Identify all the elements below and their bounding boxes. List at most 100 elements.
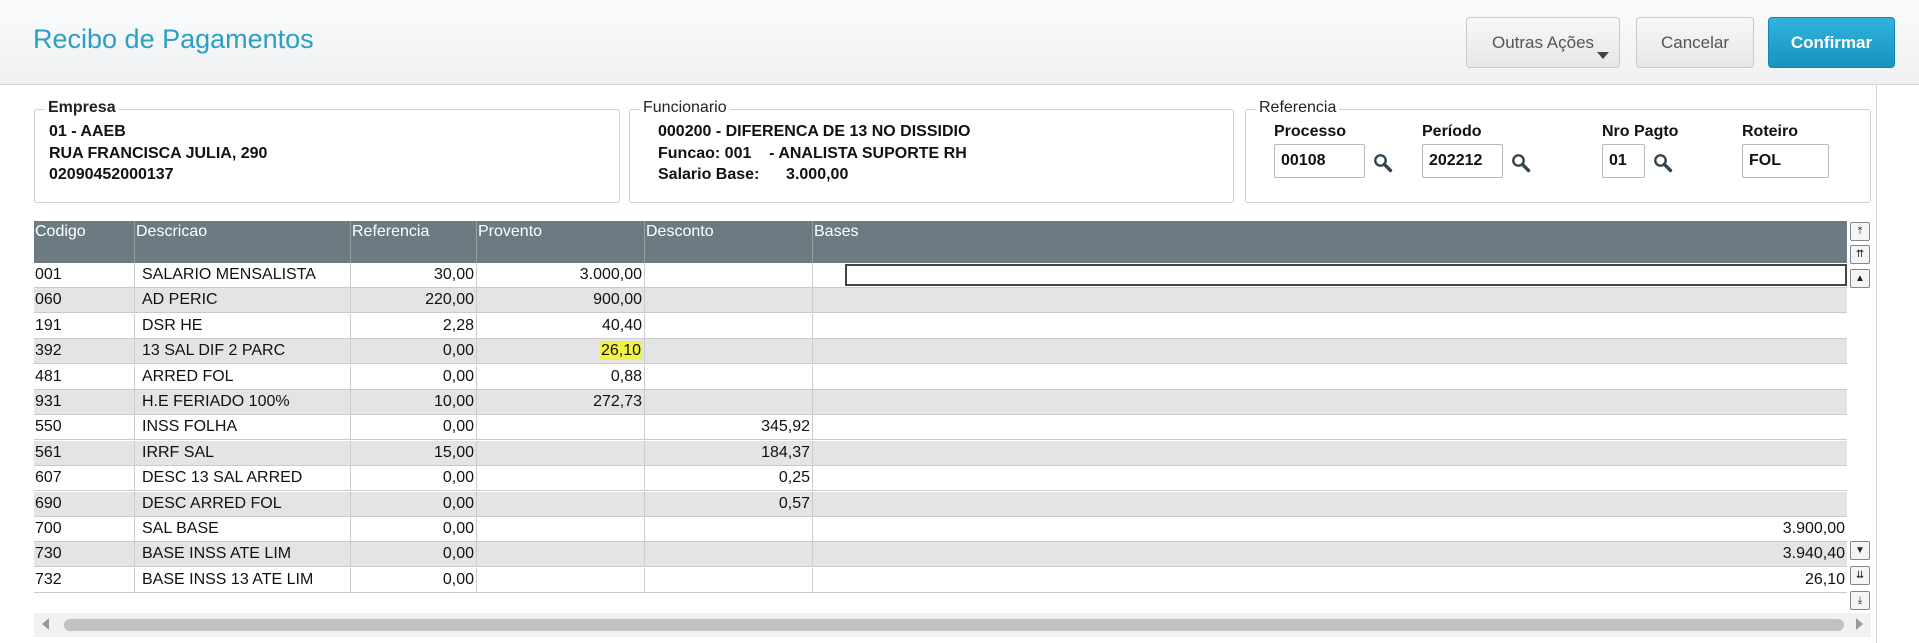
cell-codigo[interactable]: 550 — [34, 415, 135, 440]
cell-provento[interactable]: 0,88 — [477, 364, 645, 389]
cell-desconto[interactable] — [645, 263, 813, 287]
cell-codigo[interactable]: 931 — [34, 390, 135, 414]
cell-provento[interactable]: 900,00 — [477, 288, 645, 313]
cell-referencia[interactable]: 10,00 — [351, 390, 477, 414]
cell-referencia[interactable]: 0,00 — [351, 466, 477, 491]
cell-desconto[interactable]: 184,37 — [645, 440, 813, 465]
table-row[interactable]: 060 AD PERIC 220,00 900,00 — [34, 288, 1847, 314]
cell-descricao[interactable]: 13 SAL DIF 2 PARC — [135, 339, 351, 364]
cell-provento[interactable]: 26,10 — [477, 339, 645, 364]
column-header-codigo[interactable]: Codigo — [34, 221, 135, 263]
column-header-referencia[interactable]: Referencia — [351, 221, 477, 263]
cell-desconto[interactable] — [645, 313, 813, 338]
cell-provento[interactable] — [477, 542, 645, 567]
cell-codigo[interactable]: 607 — [34, 466, 135, 491]
horizontal-scroll-thumb[interactable] — [64, 619, 1844, 631]
scroll-page-down-icon[interactable]: ⇊ — [1850, 566, 1870, 585]
column-header-desconto[interactable]: Desconto — [645, 221, 813, 263]
table-row[interactable]: 561 IRRF SAL 15,00 184,37 — [34, 440, 1847, 466]
table-row[interactable]: 550 INSS FOLHA 0,00 345,92 — [34, 415, 1847, 441]
cell-descricao[interactable]: SALARIO MENSALISTA — [135, 263, 351, 287]
cell-desconto[interactable]: 0,25 — [645, 466, 813, 491]
cell-referencia[interactable]: 0,00 — [351, 491, 477, 516]
table-row[interactable]: 607 DESC 13 SAL ARRED 0,00 0,25 — [34, 466, 1847, 492]
cell-descricao[interactable]: DESC 13 SAL ARRED — [135, 466, 351, 491]
cell-referencia[interactable]: 220,00 — [351, 288, 477, 313]
table-row[interactable]: 732 BASE INSS 13 ATE LIM 0,00 26,10 — [34, 567, 1847, 593]
table-row[interactable]: 191 DSR HE 2,28 40,40 — [34, 313, 1847, 339]
cell-descricao[interactable]: ARRED FOL — [135, 364, 351, 389]
cell-referencia[interactable]: 15,00 — [351, 440, 477, 465]
nro-pagto-input[interactable]: 01 — [1602, 144, 1645, 178]
cell-codigo[interactable]: 392 — [34, 339, 135, 364]
cell-provento[interactable] — [477, 517, 645, 541]
cell-provento[interactable]: 40,40 — [477, 313, 645, 338]
roteiro-input[interactable]: FOL — [1742, 144, 1829, 178]
cell-descricao[interactable]: AD PERIC — [135, 288, 351, 313]
cell-bases[interactable] — [813, 441, 1847, 465]
cell-codigo[interactable]: 001 — [34, 263, 135, 287]
cell-descricao[interactable]: IRRF SAL — [135, 440, 351, 465]
cell-codigo[interactable]: 732 — [34, 567, 135, 592]
scroll-page-up-icon[interactable]: ⇈ — [1850, 245, 1870, 264]
cell-bases[interactable] — [813, 288, 1847, 312]
cell-codigo[interactable]: 561 — [34, 440, 135, 465]
cell-desconto[interactable] — [645, 288, 813, 313]
cell-bases[interactable] — [813, 365, 1847, 389]
cell-provento[interactable]: 272,73 — [477, 390, 645, 414]
cell-desconto[interactable] — [645, 542, 813, 567]
cell-referencia[interactable]: 0,00 — [351, 517, 477, 541]
nro-pagto-lookup-icon[interactable] — [1653, 153, 1673, 173]
cell-referencia[interactable]: 0,00 — [351, 339, 477, 364]
cell-bases[interactable]: 3.940,40 — [813, 542, 1847, 566]
cell-descricao[interactable]: DESC ARRED FOL — [135, 491, 351, 516]
processo-input[interactable]: 00108 — [1274, 144, 1365, 178]
cell-provento[interactable] — [477, 567, 645, 592]
cell-descricao[interactable]: BASE INSS ATE LIM — [135, 542, 351, 567]
cell-bases[interactable] — [813, 492, 1847, 516]
cell-desconto[interactable] — [645, 339, 813, 364]
table-row[interactable]: 700 SAL BASE 0,00 3.900,00 — [34, 517, 1847, 542]
column-header-provento[interactable]: Provento — [477, 221, 645, 263]
cell-bases[interactable] — [813, 339, 1847, 363]
cancel-button[interactable]: Cancelar — [1636, 17, 1754, 68]
table-row[interactable]: 690 DESC ARRED FOL 0,00 0,57 — [34, 491, 1847, 517]
cell-bases[interactable] — [813, 314, 1847, 338]
cell-desconto[interactable]: 0,57 — [645, 491, 813, 516]
cell-bases[interactable] — [813, 390, 1847, 414]
table-row[interactable]: 730 BASE INSS ATE LIM 0,00 3.940,40 — [34, 542, 1847, 568]
cell-referencia[interactable]: 0,00 — [351, 567, 477, 592]
cell-provento[interactable] — [477, 491, 645, 516]
column-header-bases[interactable]: Bases — [813, 221, 1847, 263]
cell-provento[interactable]: 3.000,00 — [477, 263, 645, 287]
scroll-bottom-icon[interactable]: ⤓ — [1850, 591, 1870, 610]
cell-descricao[interactable]: SAL BASE — [135, 517, 351, 541]
processo-lookup-icon[interactable] — [1373, 153, 1393, 173]
cell-referencia[interactable]: 0,00 — [351, 415, 477, 440]
cell-descricao[interactable]: H.E FERIADO 100% — [135, 390, 351, 414]
cell-bases[interactable]: 3.900,00 — [813, 517, 1847, 541]
cell-codigo[interactable]: 481 — [34, 364, 135, 389]
scroll-down-icon[interactable]: ▼ — [1850, 541, 1870, 560]
cell-desconto[interactable] — [645, 364, 813, 389]
cell-provento[interactable] — [477, 466, 645, 491]
grid-horizontal-scrollbar[interactable] — [34, 613, 1871, 637]
periodo-lookup-icon[interactable] — [1511, 153, 1531, 173]
cell-provento[interactable] — [477, 415, 645, 440]
cell-descricao[interactable]: BASE INSS 13 ATE LIM — [135, 567, 351, 592]
confirm-button[interactable]: Confirmar — [1768, 17, 1895, 68]
cell-descricao[interactable]: INSS FOLHA — [135, 415, 351, 440]
grid-vertical-scrollbar[interactable]: ⤒ ⇈ ▲ ▼ ⇊ ⤓ — [1849, 221, 1871, 611]
cell-referencia[interactable]: 30,00 — [351, 263, 477, 287]
cell-referencia[interactable]: 2,28 — [351, 313, 477, 338]
table-row[interactable]: 392 13 SAL DIF 2 PARC 0,00 26,10 — [34, 339, 1847, 365]
cell-desconto[interactable]: 345,92 — [645, 415, 813, 440]
cell-codigo[interactable]: 700 — [34, 517, 135, 541]
cell-descricao[interactable]: DSR HE — [135, 313, 351, 338]
table-row[interactable]: 931 H.E FERIADO 100% 10,00 272,73 — [34, 390, 1847, 415]
cell-bases[interactable]: 26,10 — [813, 568, 1847, 592]
cell-codigo[interactable]: 690 — [34, 491, 135, 516]
cell-referencia[interactable]: 0,00 — [351, 364, 477, 389]
cell-codigo[interactable]: 060 — [34, 288, 135, 313]
table-row[interactable]: 001 SALARIO MENSALISTA 30,00 3.000,00 — [34, 263, 1847, 288]
